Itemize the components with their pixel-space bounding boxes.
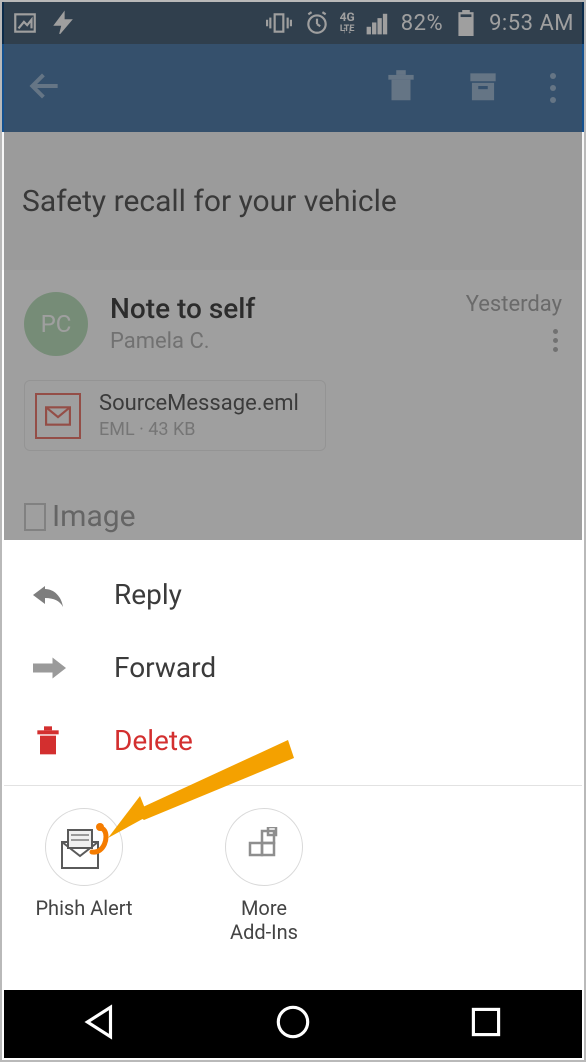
delete-menu-item[interactable]: Delete	[4, 704, 582, 777]
phish-alert-addin[interactable]: Phish Alert	[24, 808, 144, 944]
square-recent-icon	[465, 1001, 507, 1043]
reply-icon	[30, 579, 66, 611]
forward-arrow-icon	[30, 652, 66, 684]
reply-menu-item[interactable]: Reply	[4, 558, 582, 631]
triangle-back-icon	[79, 1001, 121, 1043]
circle-home-icon	[272, 1001, 314, 1043]
phish-alert-label: Phish Alert	[35, 896, 132, 920]
android-recent-button[interactable]	[465, 1001, 507, 1047]
more-addins-button[interactable]: More Add-Ins	[204, 808, 324, 944]
android-back-button[interactable]	[79, 1001, 121, 1047]
android-home-button[interactable]	[272, 1001, 314, 1047]
modal-scrim[interactable]	[4, 2, 582, 540]
more-addins-label: More Add-Ins	[230, 896, 298, 944]
forward-menu-item[interactable]: Forward	[4, 631, 582, 704]
addins-grid-icon	[225, 808, 303, 886]
phish-alert-icon	[45, 808, 123, 886]
android-nav-bar	[4, 990, 582, 1058]
action-bottom-sheet: Reply Forward Delete	[4, 540, 582, 990]
reply-label: Reply	[114, 578, 182, 611]
trash-icon	[30, 725, 66, 757]
forward-label: Forward	[114, 651, 216, 684]
delete-label: Delete	[114, 724, 193, 757]
